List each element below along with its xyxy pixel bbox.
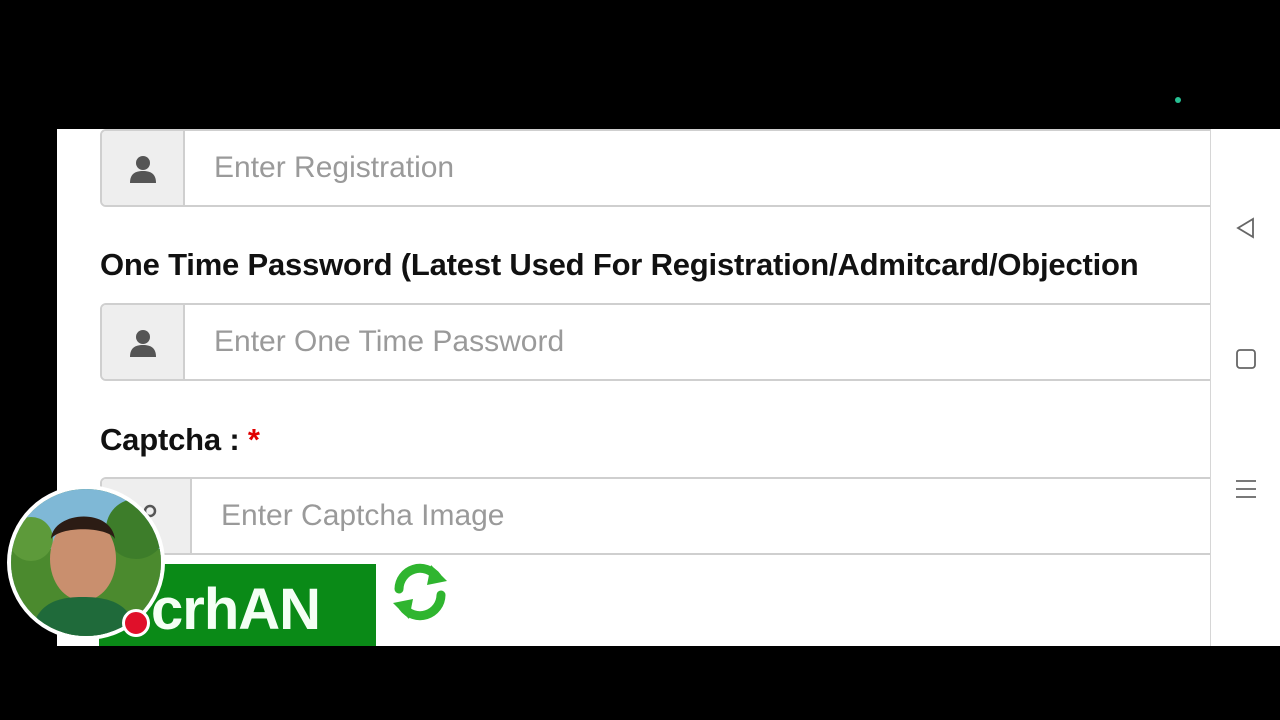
menu-lines-icon[interactable] (1233, 476, 1259, 502)
otp-input-group (100, 303, 1210, 381)
captcha-label-text: Captcha : (100, 422, 240, 457)
otp-addon (102, 305, 185, 379)
recording-dot (122, 609, 150, 637)
user-icon (130, 330, 156, 357)
status-indicator-dot (1175, 97, 1181, 103)
refresh-icon[interactable] (387, 559, 453, 625)
home-square-icon[interactable] (1233, 346, 1259, 372)
web-form-screen: One Time Password (Latest Used For Regis… (57, 129, 1210, 646)
captcha-field[interactable] (209, 479, 1210, 553)
captcha-image-text: crhAN (151, 577, 321, 642)
registration-addon (102, 131, 185, 205)
user-icon (130, 156, 156, 183)
otp-field[interactable] (202, 305, 1210, 379)
captcha-input-group (100, 477, 1210, 555)
registration-input-group (100, 129, 1210, 207)
otp-label: One Time Password (Latest Used For Regis… (100, 247, 1139, 282)
android-nav-bar (1210, 129, 1280, 646)
required-asterisk: * (247, 422, 260, 457)
registration-field[interactable] (202, 131, 1210, 205)
captcha-label: Captcha : * (100, 422, 260, 458)
back-triangle-icon[interactable] (1233, 215, 1259, 241)
